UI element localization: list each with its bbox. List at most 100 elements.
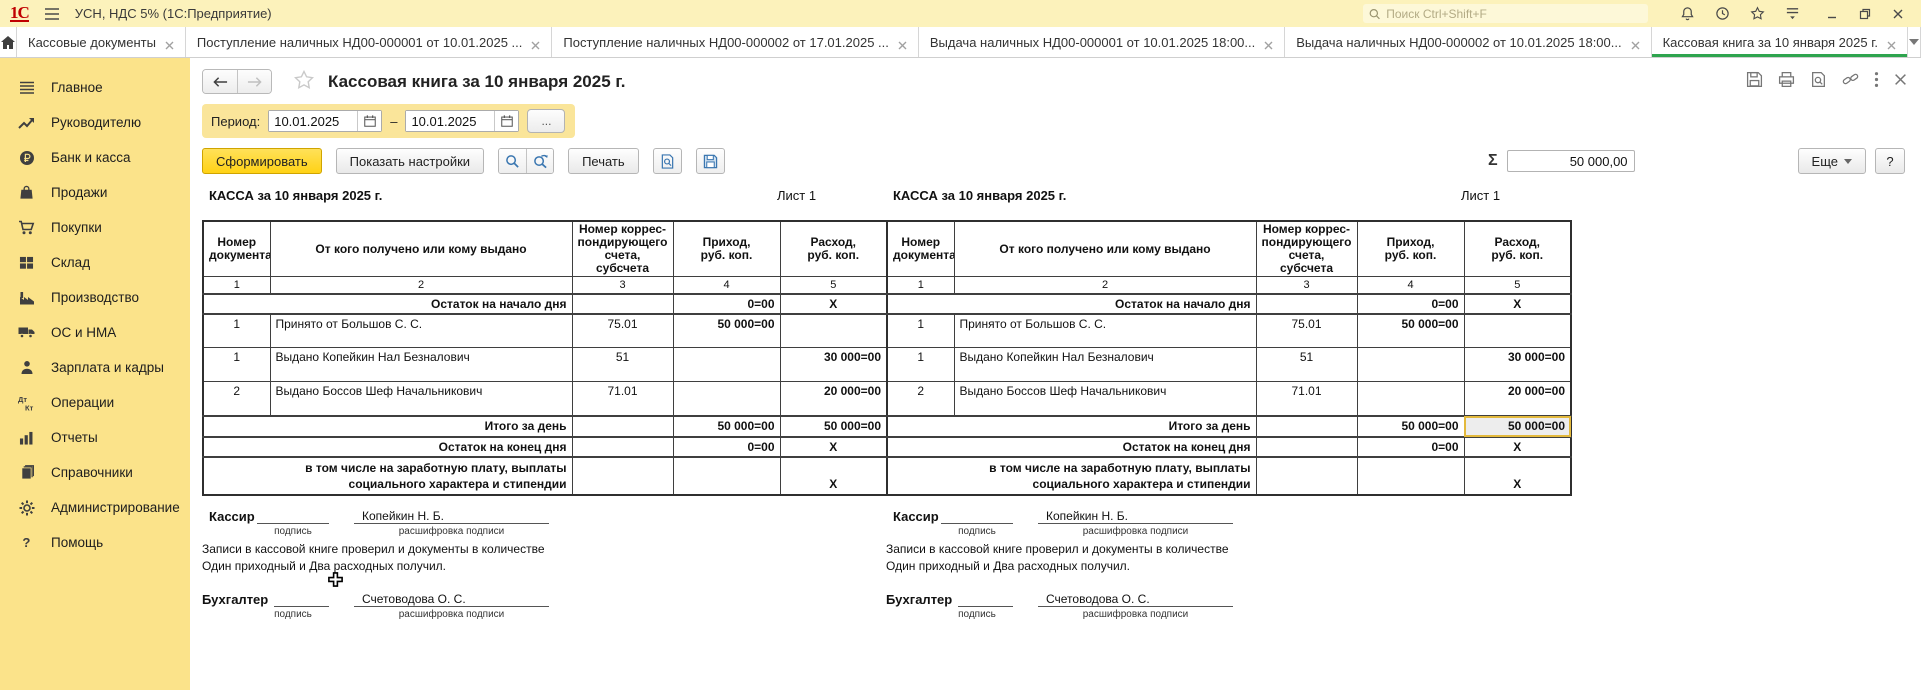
cashbook-cell[interactable]: 50 000=00	[673, 416, 780, 437]
period-to-input[interactable]	[406, 111, 494, 131]
tab-1[interactable]: Кассовые документы	[17, 27, 186, 57]
sidebar-item-12[interactable]: Справочники	[0, 455, 190, 490]
cashbook-cell[interactable]: в том числе на заработную плату, выплаты…	[203, 457, 572, 495]
cashbook-cell[interactable]: Остаток на конец дня	[887, 437, 1256, 457]
header-cell[interactable]: От кого получено или кому выдано	[270, 221, 572, 277]
restore-icon[interactable]	[1856, 5, 1874, 23]
close-window-icon[interactable]	[1889, 5, 1907, 23]
forward-button[interactable]	[237, 70, 271, 93]
cashbook-cell[interactable]: Выдано Копейкин Нал Безналович	[954, 348, 1256, 382]
cashbook-cell[interactable]: 20 000=00	[780, 382, 887, 416]
cashbook-cell[interactable]: 1	[203, 314, 270, 348]
link-icon[interactable]	[1842, 71, 1859, 93]
column-number[interactable]: 5	[780, 277, 887, 294]
service-menu-icon[interactable]	[1783, 5, 1801, 23]
generate-button[interactable]: Сформировать	[202, 148, 322, 174]
tab-close-icon[interactable]	[1631, 38, 1640, 47]
global-search[interactable]	[1363, 4, 1648, 23]
save-report-button[interactable]	[696, 148, 725, 174]
cashbook-cell[interactable]: X	[1464, 294, 1571, 314]
cashbook-cell[interactable]: 50 000=00	[1464, 416, 1571, 437]
cashbook-cell[interactable]	[572, 416, 673, 437]
cashbook-cell[interactable]	[1357, 348, 1464, 382]
column-number[interactable]: 2	[270, 277, 572, 294]
sheet-caption[interactable]: КАССА за 10 января 2025 г.	[893, 188, 1066, 203]
column-number[interactable]: 2	[954, 277, 1256, 294]
notifications-icon[interactable]	[1678, 5, 1696, 23]
cashbook-cell[interactable]: X	[780, 294, 887, 314]
cashbook-cell[interactable]	[673, 457, 780, 495]
cashbook-cell[interactable]: 71.01	[572, 382, 673, 416]
tab-4[interactable]: Выдача наличных НД00-000001 от 10.01.202…	[919, 27, 1285, 57]
header-cell[interactable]: Расход, руб. коп.	[780, 221, 887, 277]
calendar-icon[interactable]	[357, 111, 381, 131]
cashbook-cell[interactable]	[1464, 314, 1571, 348]
sidebar-item-10[interactable]: ДтКтОперации	[0, 385, 190, 420]
kebab-menu-icon[interactable]	[1874, 71, 1879, 93]
header-cell[interactable]: От кого получено или кому выдано	[954, 221, 1256, 277]
cashbook-cell[interactable]	[572, 457, 673, 495]
cashbook-cell[interactable]	[780, 314, 887, 348]
cashbook-cell[interactable]: Выдано Копейкин Нал Безналович	[270, 348, 572, 382]
cashbook-cell[interactable]: 50 000=00	[1357, 314, 1464, 348]
cashbook-cell[interactable]	[673, 348, 780, 382]
cashbook-cell[interactable]: 0=00	[1357, 437, 1464, 457]
sum-field[interactable]	[1507, 150, 1635, 172]
sidebar-item-9[interactable]: Зарплата и кадры	[0, 350, 190, 385]
column-number[interactable]: 1	[203, 277, 270, 294]
header-cell[interactable]: Номер документа	[203, 221, 270, 277]
cashbook-cell[interactable]: 50 000=00	[1357, 416, 1464, 437]
cashbook-cell[interactable]	[1357, 457, 1464, 495]
cashbook-cell[interactable]	[673, 382, 780, 416]
tab-3[interactable]: Поступление наличных НД00-000002 от 17.0…	[552, 27, 918, 57]
find-button[interactable]	[499, 149, 526, 173]
cashbook-cell[interactable]: X	[780, 437, 887, 457]
cashbook-cell[interactable]: X	[1464, 457, 1571, 495]
column-number[interactable]: 4	[673, 277, 780, 294]
cashbook-cell[interactable]: 51	[1256, 348, 1357, 382]
sidebar-item-1[interactable]: Главное	[0, 70, 190, 105]
header-cell[interactable]: Приход, руб. коп.	[1357, 221, 1464, 277]
tab-close-icon[interactable]	[165, 38, 174, 47]
calendar-icon[interactable]	[494, 111, 518, 131]
cashbook-cell[interactable]: Итого за день	[203, 416, 572, 437]
cashbook-cell[interactable]: 2	[887, 382, 954, 416]
cashbook-cell[interactable]: Остаток на начало дня	[203, 294, 572, 314]
cashbook-cell[interactable]	[1256, 457, 1357, 495]
back-button[interactable]	[203, 70, 237, 93]
cashbook-cell[interactable]: Выдано Боссов Шеф Начальникович	[954, 382, 1256, 416]
cashbook-cell[interactable]	[1256, 416, 1357, 437]
cashbook-cell[interactable]: 20 000=00	[1464, 382, 1571, 416]
sidebar-item-4[interactable]: Продажи	[0, 175, 190, 210]
sidebar-item-14[interactable]: ?Помощь	[0, 525, 190, 560]
sidebar-item-11[interactable]: Отчеты	[0, 420, 190, 455]
header-cell[interactable]: Номер документа	[887, 221, 954, 277]
column-number[interactable]: 4	[1357, 277, 1464, 294]
header-cell[interactable]: Расход, руб. коп.	[1464, 221, 1571, 277]
tab-5[interactable]: Выдача наличных НД00-000002 от 10.01.202…	[1285, 27, 1651, 57]
home-tab[interactable]	[0, 27, 17, 57]
period-more-button[interactable]: ...	[527, 109, 565, 133]
sidebar-item-8[interactable]: ОС и НМА	[0, 315, 190, 350]
help-button[interactable]: ?	[1875, 148, 1905, 174]
sidebar-item-2[interactable]: Руководителю	[0, 105, 190, 140]
sidebar-item-7[interactable]: Производство	[0, 280, 190, 315]
save-icon[interactable]	[1746, 71, 1763, 93]
find-next-button[interactable]	[526, 149, 553, 173]
main-menu-icon[interactable]	[43, 5, 61, 23]
close-document-icon[interactable]	[1894, 73, 1907, 91]
cashbook-cell[interactable]	[1256, 437, 1357, 457]
cashbook-cell[interactable]: Остаток на конец дня	[203, 437, 572, 457]
sheet-number[interactable]: Лист 1	[777, 188, 816, 203]
print-button[interactable]: Печать	[568, 148, 639, 174]
sheet-number[interactable]: Лист 1	[1461, 188, 1500, 203]
print-icon[interactable]	[1778, 71, 1795, 93]
cashbook-cell[interactable]: 75.01	[572, 314, 673, 348]
preview-icon[interactable]	[1810, 71, 1827, 93]
sidebar-item-6[interactable]: Склад	[0, 245, 190, 280]
cashbook-cell[interactable]: X	[1464, 437, 1571, 457]
cashbook-cell[interactable]: X	[780, 457, 887, 495]
tab-close-icon[interactable]	[1887, 38, 1896, 47]
cashbook-cell[interactable]: 50 000=00	[780, 416, 887, 437]
cashbook-cell[interactable]: Остаток на начало дня	[887, 294, 1256, 314]
